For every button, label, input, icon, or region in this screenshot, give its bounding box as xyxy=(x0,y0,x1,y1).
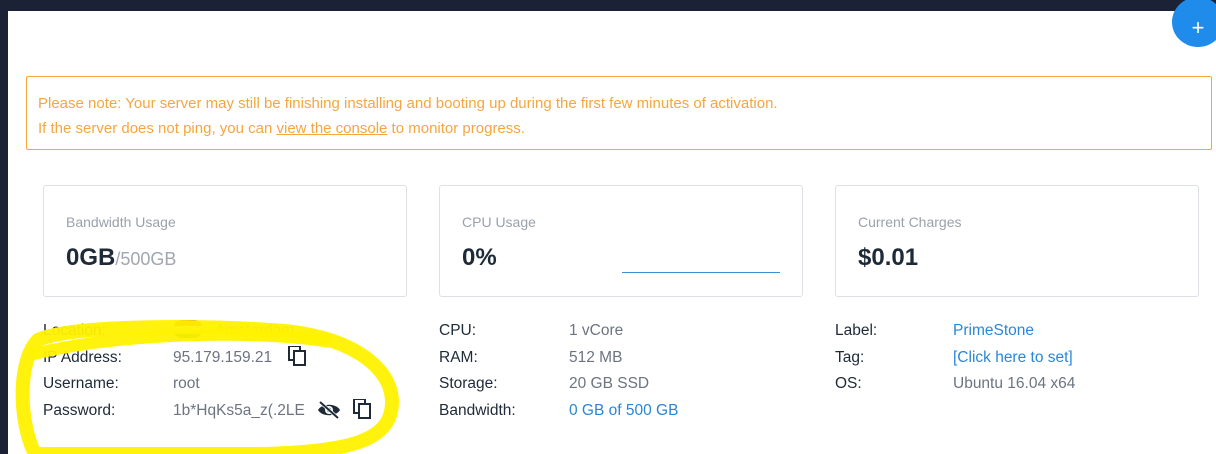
cpu-value: 1 vCore xyxy=(569,322,624,339)
password-row: Password: 1b*HqKs5a_z(.2LE xyxy=(43,397,423,425)
current-charges-label: Current Charges xyxy=(858,214,962,230)
cpu-key: CPU: xyxy=(439,322,477,339)
eye-slash-icon[interactable] xyxy=(317,400,341,429)
bandwidth-link[interactable]: 0 GB of 500 GB xyxy=(569,398,678,425)
cpu-usage-value: 0% xyxy=(462,244,497,271)
bandwidth-usage-label: Bandwidth Usage xyxy=(66,214,176,230)
add-button[interactable]: + xyxy=(1172,0,1216,47)
activation-notice: Please note: Your server may still be fi… xyxy=(26,76,1212,150)
server-details-col-1: Location: Amsterdam IP Address: 95.179.1… xyxy=(43,318,423,424)
label-link[interactable]: PrimeStone xyxy=(953,318,1034,345)
current-charges-value: $0.01 xyxy=(858,244,919,271)
tag-link[interactable]: [Click here to set] xyxy=(953,345,1073,372)
storage-key: Storage: xyxy=(439,375,498,392)
netherlands-flag-icon xyxy=(173,320,203,338)
location-key: Location: xyxy=(43,322,106,339)
bandwidth-usage-value: 0GB/500GB xyxy=(66,244,177,271)
copy-icon[interactable] xyxy=(353,397,372,429)
os-value: Ubuntu 16.04 x64 xyxy=(953,375,1076,392)
ip-address-key: IP Address: xyxy=(43,348,122,366)
bandwidth-usage-limit: /500GB xyxy=(115,249,177,269)
cpu-row: CPU: 1 vCore xyxy=(439,318,819,345)
username-key: Username: xyxy=(43,375,119,392)
storage-value: 20 GB SSD xyxy=(569,375,650,392)
tag-row: Tag: [Click here to set] xyxy=(835,345,1205,372)
location-row: Location: Amsterdam xyxy=(43,318,423,345)
current-charges-card: Current Charges $0.01 xyxy=(835,185,1199,297)
ram-key: RAM: xyxy=(439,348,478,366)
ram-value: 512 MB xyxy=(569,348,623,366)
username-value: root xyxy=(173,375,200,392)
location-value: Amsterdam xyxy=(215,322,295,339)
storage-row: Storage: 20 GB SSD xyxy=(439,371,819,398)
bandwidth-row: Bandwidth: 0 GB of 500 GB xyxy=(439,398,819,425)
ip-address-row: IP Address: 95.179.159.21 xyxy=(43,344,423,372)
notice-line-2: If the server does not ping, you can vie… xyxy=(38,120,525,137)
cpu-usage-sparkline xyxy=(622,272,780,273)
server-details-col-3: Label: PrimeStone Tag: [Click here to se… xyxy=(835,318,1205,398)
password-value: 1b*HqKs5a_z(.2LE xyxy=(173,401,305,419)
ip-address-value: 95.179.159.21 xyxy=(173,348,273,366)
cpu-usage-card: CPU Usage 0% xyxy=(439,185,803,297)
username-row: Username: root xyxy=(43,371,423,398)
bandwidth-key: Bandwidth: xyxy=(439,401,516,419)
os-row: OS: Ubuntu 16.04 x64 xyxy=(835,371,1205,398)
label-key: Label: xyxy=(835,322,878,339)
server-details-col-2: CPU: 1 vCore RAM: 512 MB Storage: 20 GB … xyxy=(439,318,819,424)
os-key: OS: xyxy=(835,375,862,392)
cpu-usage-label: CPU Usage xyxy=(462,214,536,230)
password-key: Password: xyxy=(43,401,116,419)
ram-row: RAM: 512 MB xyxy=(439,345,819,372)
plus-icon: + xyxy=(1191,15,1205,40)
view-console-link[interactable]: view the console xyxy=(276,120,387,137)
bandwidth-usage-card: Bandwidth Usage 0GB/500GB xyxy=(43,185,407,297)
tag-key: Tag: xyxy=(835,348,865,366)
label-row: Label: PrimeStone xyxy=(835,318,1205,345)
notice-line-1: Please note: Your server may still be fi… xyxy=(38,95,778,112)
